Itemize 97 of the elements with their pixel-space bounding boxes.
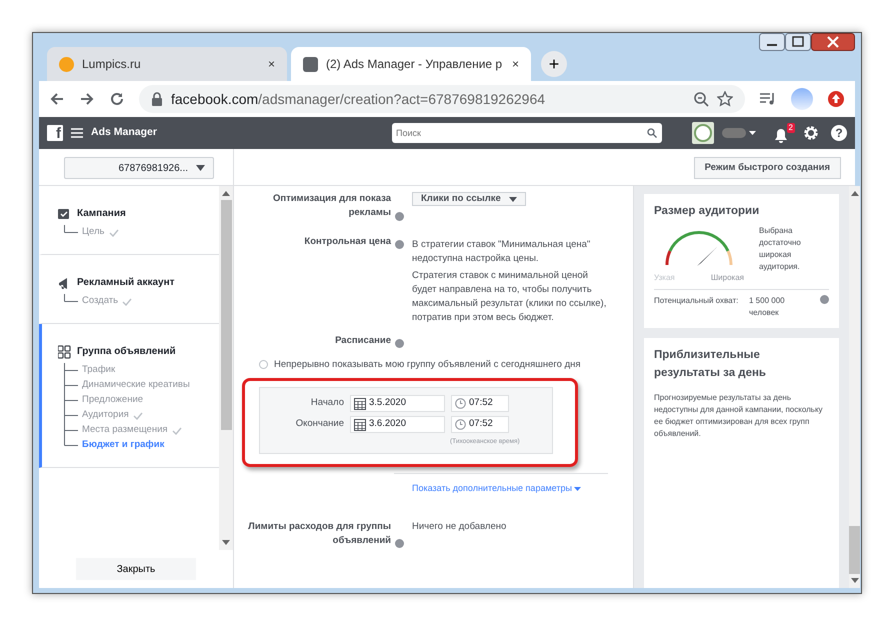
browser-tab[interactable]: (2) Ads Manager - Управление р × xyxy=(291,47,531,81)
lock-icon xyxy=(151,92,163,106)
scrollbar-thumb[interactable] xyxy=(849,526,860,574)
scrollbar[interactable] xyxy=(849,186,860,588)
card-title: Приблизительные результаты за день xyxy=(654,348,768,380)
audience-verdict: Выбрана достаточно широкая аудитория. xyxy=(759,225,802,274)
field-label: Расписание xyxy=(335,334,391,348)
account-menu-button[interactable] xyxy=(722,127,756,139)
clock-icon xyxy=(455,419,466,430)
account-avatar[interactable] xyxy=(692,122,714,144)
time-value: 07:52 xyxy=(469,396,493,410)
notification-count: 2 xyxy=(786,122,795,132)
caret-icon xyxy=(574,486,582,491)
scrollbar-thumb[interactable] xyxy=(220,200,232,430)
calendar-icon xyxy=(354,418,366,430)
new-tab-button[interactable]: + xyxy=(541,51,567,77)
info-icon[interactable] xyxy=(395,539,404,548)
time-field[interactable]: 07:52 xyxy=(451,416,509,433)
forward-icon[interactable] xyxy=(79,91,95,107)
reach-label: Потенциальный охват: xyxy=(654,295,740,308)
sidebar-section[interactable]: Группа объявлений Трафик Динамические креативы Предложение Аудитория Места размещения Бюджет и график xyxy=(39,324,219,468)
tree-line xyxy=(64,294,78,302)
section-title[interactable]: Кампания xyxy=(77,206,126,221)
tab-close-button[interactable]: × xyxy=(268,55,275,73)
caret-icon xyxy=(196,165,205,171)
zoom-out-icon[interactable] xyxy=(693,91,709,107)
quick-mode-button[interactable]: Режим быстрого создания xyxy=(694,157,841,179)
extension-icon[interactable] xyxy=(827,90,845,108)
section-title[interactable]: Группа объявлений xyxy=(77,344,176,359)
clock-icon xyxy=(455,398,466,409)
tree-line xyxy=(64,363,78,378)
info-icon[interactable] xyxy=(395,212,404,220)
back-icon[interactable] xyxy=(49,91,65,107)
gauge-label: Широкая xyxy=(710,272,744,284)
tree-line xyxy=(64,378,78,393)
address-bar[interactable]: facebook.com/adsmanager/creation?act=678769819262964 xyxy=(139,85,745,113)
info-icon[interactable] xyxy=(820,295,829,304)
field-label: Лимиты расходов для группы объявлений xyxy=(247,520,391,548)
field-label: Контрольная цена xyxy=(304,234,391,248)
reload-icon[interactable] xyxy=(109,91,125,107)
search-field[interactable]: Поиск xyxy=(392,123,662,143)
info-text: Стратегия ставок с минимальной ценой будет направлена на то, чтобы получить максимальный результат (клики по ссылке), потратив при этом весь бюджет. xyxy=(412,268,607,326)
field-label: Оптимизация для показа рекламы xyxy=(272,192,391,220)
app-title: Ads Manager xyxy=(91,125,157,140)
radio-label: Непрерывно показывать мою группу объявлений с сегодняшнего дня xyxy=(274,358,581,372)
settings-icon[interactable] xyxy=(803,125,819,141)
time-value: 07:52 xyxy=(469,417,493,432)
tab-title: Lumpics.ru xyxy=(82,56,142,73)
info-icon[interactable] xyxy=(395,338,404,348)
scroll-up-icon[interactable] xyxy=(850,190,858,196)
time-field[interactable]: 07:52 xyxy=(451,395,509,412)
minimize-button[interactable] xyxy=(759,33,785,51)
step-link[interactable]: Бюджет и график xyxy=(82,438,164,453)
section-title[interactable]: Рекламный аккаунт xyxy=(77,275,175,290)
checkbox-icon xyxy=(58,206,71,220)
date-field[interactable]: 3.5.2020 xyxy=(350,395,445,412)
more-options-link[interactable]: Показать дополнительные параметры xyxy=(412,482,582,493)
maximize-button[interactable] xyxy=(785,33,811,51)
media-icon[interactable] xyxy=(759,91,777,107)
close-window-button[interactable] xyxy=(811,33,855,51)
optimization-dropdown[interactable]: Клики по ссылке xyxy=(412,192,526,206)
account-id: 67876981926... xyxy=(118,162,188,176)
grid-icon xyxy=(58,344,71,358)
scroll-up-icon[interactable] xyxy=(222,190,230,196)
star-icon[interactable] xyxy=(717,91,733,107)
info-text: В стратегии ставок "Минимальная цена" недоступна настройка цены. xyxy=(412,238,592,266)
menu-icon[interactable] xyxy=(71,128,83,138)
tree-line xyxy=(64,393,78,408)
notifications-button[interactable]: 2 xyxy=(774,122,795,144)
search-icon xyxy=(647,128,657,138)
scroll-down-icon[interactable] xyxy=(850,578,858,584)
results-text: Прогнозируемые результаты за день недоступны для данной кампании, поскольку ее бюджет оптимизирован для всех групп объявлений. xyxy=(654,392,824,440)
tab-title: (2) Ads Manager - Управление р xyxy=(326,56,504,73)
logo[interactable]: f xyxy=(47,125,63,141)
tree-line xyxy=(64,408,78,423)
date-value: 3.6.2020 xyxy=(369,417,406,432)
date-value: 3.5.2020 xyxy=(369,396,406,410)
scrollbar[interactable] xyxy=(219,186,233,550)
scroll-down-icon[interactable] xyxy=(222,540,230,546)
close-button[interactable]: Закрыть xyxy=(76,558,196,580)
calendar-icon xyxy=(354,398,366,410)
card-title: Размер аудитории xyxy=(654,204,760,219)
field-label: Начало xyxy=(310,396,344,410)
field-value: Ничего не добавлено xyxy=(412,520,508,534)
help-button[interactable]: ? xyxy=(831,125,847,141)
radio-button[interactable] xyxy=(259,360,268,370)
reach-value: 1 500 000 человек xyxy=(749,295,786,320)
tree-line xyxy=(64,225,78,233)
caret-icon xyxy=(508,196,517,202)
info-icon[interactable] xyxy=(395,240,404,249)
gauge-label: Узкая xyxy=(654,272,675,284)
tab-close-button[interactable]: × xyxy=(512,55,519,73)
browser-tab[interactable]: Lumpics.ru × xyxy=(47,47,287,81)
account-dropdown[interactable]: 67876981926... xyxy=(64,157,214,179)
date-field[interactable]: 3.6.2020 xyxy=(350,416,445,433)
field-label: Окончание xyxy=(294,417,344,432)
url-text: facebook.com/adsmanager/creation?act=678769819262964 xyxy=(171,90,546,109)
